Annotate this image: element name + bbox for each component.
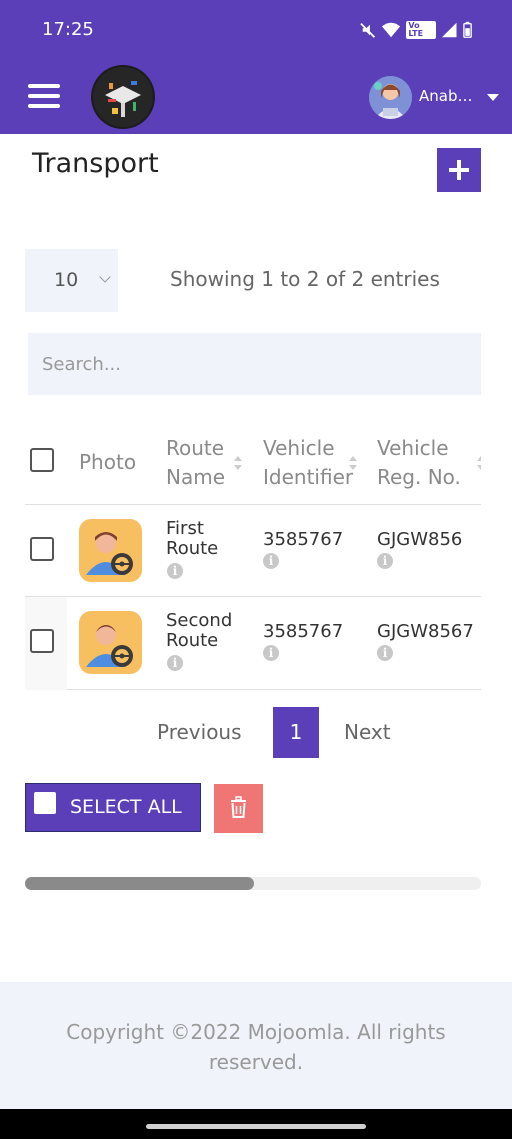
vehicle-identifier-cell: 3585767: [263, 621, 344, 642]
select-all-button[interactable]: SELECT ALL: [25, 783, 201, 832]
driver-icon: [79, 519, 142, 582]
app-header: 17:25 Vo LTE Anabell: [0, 0, 512, 134]
user-avatar[interactable]: [369, 76, 412, 119]
trash-icon: [231, 796, 246, 818]
sort-icon[interactable]: [349, 456, 357, 472]
page-length-value: 10: [54, 269, 79, 291]
delete-button[interactable]: [214, 784, 263, 833]
entries-info: Showing 1 to 2 of 2 entries: [170, 267, 440, 291]
vehicle-reg-no-cell: GJGW856: [377, 529, 463, 550]
copyright-text: Copyright ©2022 Mojoomla. All rights res…: [66, 1020, 446, 1074]
column-header-vehicle-identifier[interactable]: Vehicle Identifier: [263, 434, 353, 492]
info-icon[interactable]: i: [263, 553, 279, 569]
mute-icon: [360, 23, 376, 38]
info-icon[interactable]: i: [167, 655, 183, 671]
route-name: Route: [166, 630, 219, 651]
network-label: Vo LTE: [406, 21, 437, 39]
column-header-label: Photo: [79, 450, 137, 474]
column-header-label: Identifier: [263, 465, 354, 489]
system-navigation-bar: [0, 1109, 512, 1139]
driver-icon: [79, 611, 142, 674]
scrollbar-thumb[interactable]: [25, 877, 254, 890]
transport-table: Photo Route Name Vehicle Identifier Vehi…: [25, 420, 481, 690]
route-name: Second: [166, 610, 233, 631]
signal-icon: [442, 22, 457, 38]
home-handle[interactable]: [146, 1124, 366, 1129]
column-header-route-name[interactable]: Route Name: [166, 434, 225, 492]
info-icon[interactable]: i: [377, 553, 393, 569]
route-name: First: [166, 518, 204, 539]
select-all-label: SELECT ALL: [70, 796, 182, 818]
route-name-cell: First Route: [166, 519, 218, 559]
column-header-label: Vehicle: [377, 436, 449, 460]
route-name-cell: Second Route: [166, 611, 232, 651]
column-header-label: Name: [166, 465, 226, 489]
wifi-icon: [382, 22, 401, 38]
status-time: 17:25: [42, 19, 94, 40]
chevron-down-icon[interactable]: [487, 94, 499, 101]
page-length-select[interactable]: 10: [25, 249, 118, 312]
column-header-label: Vehicle: [263, 436, 335, 460]
column-header-label: Route: [166, 436, 225, 460]
page-title: Transport: [32, 148, 159, 179]
table-row: First Route i 3585767 i GJGW856 i: [25, 505, 481, 597]
horizontal-scrollbar[interactable]: [25, 877, 481, 890]
vehicle-identifier-cell: 3585767: [263, 529, 344, 550]
add-route-button[interactable]: [437, 148, 481, 192]
sort-icon[interactable]: [477, 456, 481, 472]
user-name[interactable]: Anabelle: [419, 87, 477, 105]
next-page-button[interactable]: Next: [344, 720, 391, 744]
page-button[interactable]: 1: [273, 707, 319, 758]
row-checkbox[interactable]: [30, 629, 54, 653]
column-header-label: Reg. No.: [377, 465, 461, 489]
select-all-checkbox[interactable]: [34, 792, 56, 814]
info-icon[interactable]: i: [167, 563, 183, 579]
footer: Copyright ©2022 Mojoomla. All rights res…: [0, 982, 512, 1109]
chevron-down-icon: [99, 271, 111, 283]
row-checkbox[interactable]: [30, 537, 54, 561]
search-input[interactable]: [28, 333, 481, 395]
vehicle-reg-no-cell: GJGW8567: [377, 621, 474, 642]
battery-icon: [463, 21, 472, 38]
table-header-row: Photo Route Name Vehicle Identifier Vehi…: [25, 420, 481, 505]
school-logo: [91, 65, 155, 129]
previous-page-button[interactable]: Previous: [157, 720, 242, 744]
sort-icon[interactable]: [234, 456, 242, 472]
column-header-photo: Photo: [79, 448, 136, 477]
table-row: Second Route i 3585767 i GJGW8567 i: [25, 597, 481, 690]
status-icons: Vo LTE: [360, 18, 472, 42]
column-header-vehicle-reg-no[interactable]: Vehicle Reg. No.: [377, 434, 461, 492]
info-icon[interactable]: i: [377, 645, 393, 661]
menu-icon[interactable]: [28, 84, 60, 108]
info-icon[interactable]: i: [263, 645, 279, 661]
route-name: Route: [166, 538, 219, 559]
select-all-rows-checkbox[interactable]: [30, 448, 54, 472]
